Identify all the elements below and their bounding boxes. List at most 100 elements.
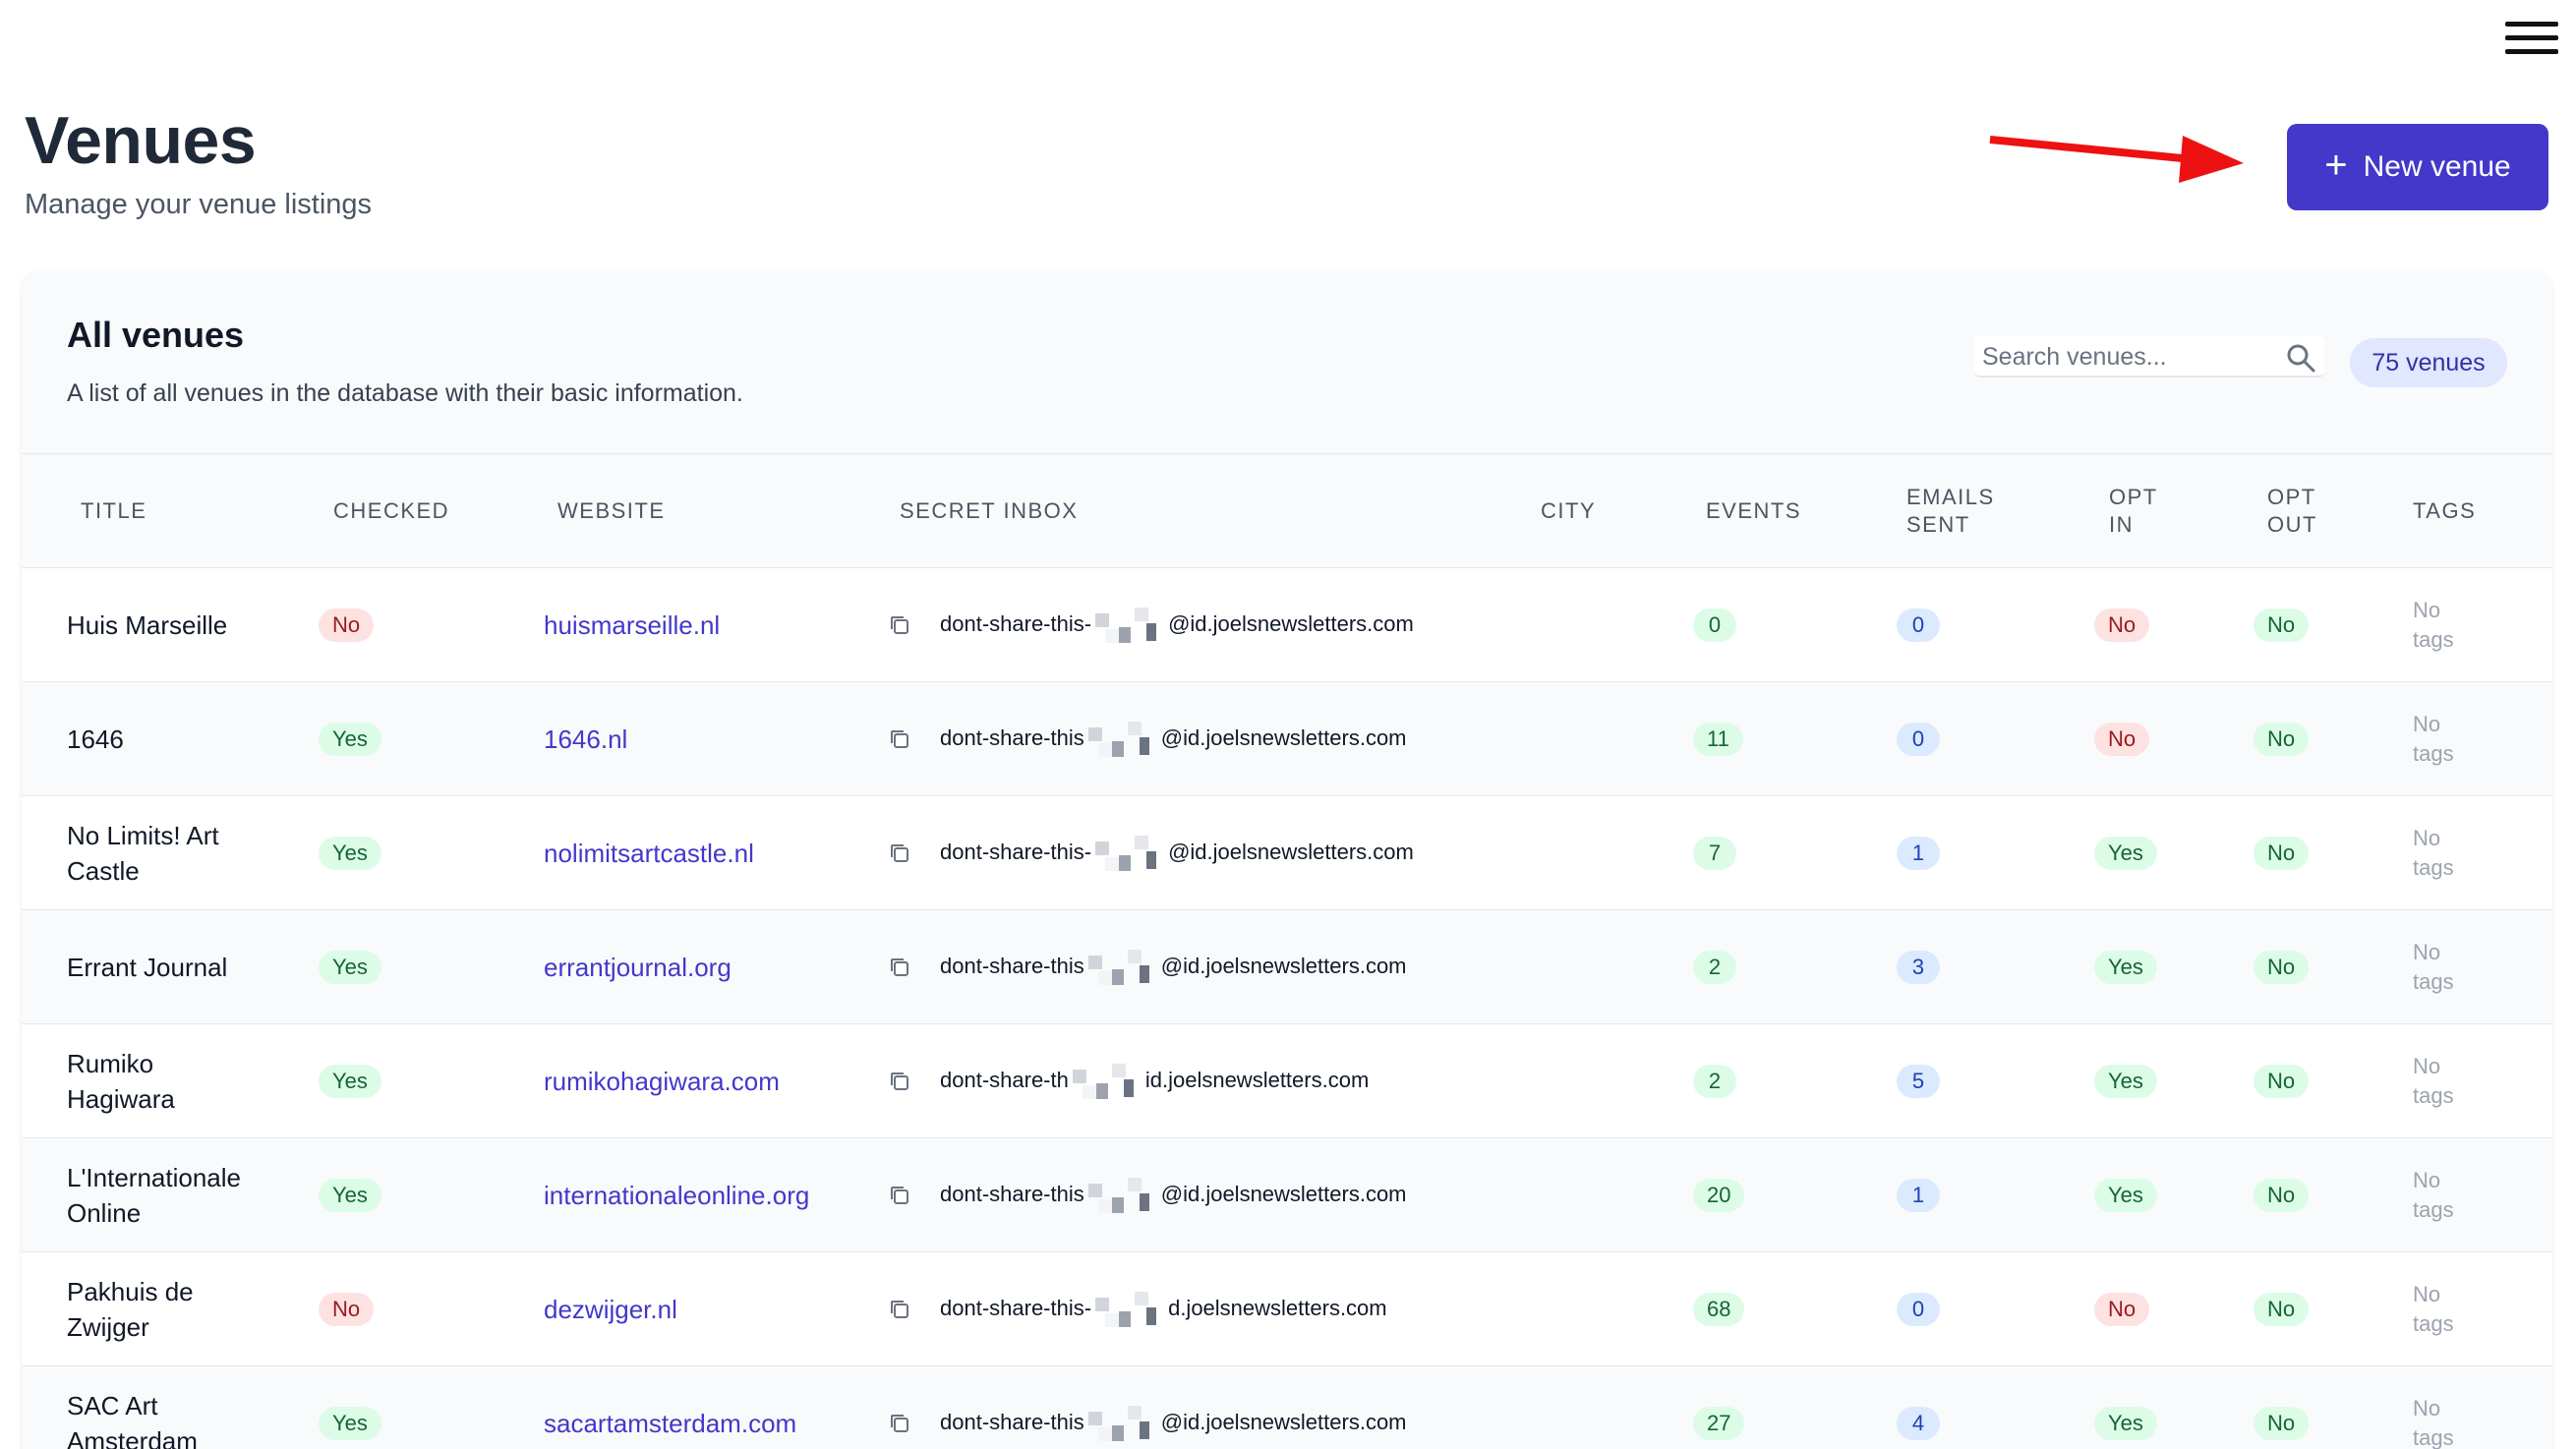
card-description: A list of all venues in the database wit… — [67, 379, 743, 407]
opt-out-cell: No — [2254, 796, 2310, 910]
events-cell: 2 — [1693, 910, 1736, 1024]
table-row[interactable]: Rumiko Hagiwara Yes rumikohagiwara.com dont-… — [22, 1024, 2552, 1138]
emails-sent-cell: 0 — [1897, 682, 1940, 796]
checked-badge: Yes — [319, 1407, 381, 1440]
website-link[interactable]: dezwijger.nl — [544, 1295, 677, 1325]
copy-icon[interactable] — [887, 955, 912, 980]
venue-title: 1646 — [67, 682, 283, 796]
website-cell: rumikohagiwara.com — [544, 1024, 780, 1138]
venues-card: All venues A list of all venues in the d… — [22, 271, 2552, 1449]
tags-cell: No tags — [2413, 910, 2454, 1024]
pixelated-redaction — [1082, 1404, 1163, 1443]
search-input[interactable] — [1982, 342, 2267, 372]
inbox-prefix: dont-share-th — [940, 1067, 1069, 1092]
tags-line1: No — [2413, 1396, 2441, 1420]
copy-icon[interactable] — [887, 840, 912, 866]
new-venue-label: New venue — [2363, 150, 2511, 183]
table-row[interactable]: 1646 Yes 1646.nl dont-share-this @id.joelsne… — [22, 682, 2552, 796]
col-secret-inbox[interactable]: SECRET INBOX — [900, 497, 1078, 525]
tags-line1: No — [2413, 598, 2441, 622]
website-link[interactable]: sacartamsterdam.com — [544, 1409, 796, 1439]
website-link[interactable]: errantjournal.org — [544, 953, 732, 983]
inbox-prefix: dont-share-this — [940, 1409, 1084, 1434]
venue-count-badge: 75 venues — [2350, 338, 2507, 387]
checked-cell: Yes — [319, 1138, 381, 1252]
pixelated-redaction — [1089, 834, 1171, 873]
tags-line2: tags — [2413, 1197, 2454, 1222]
website-cell: dezwijger.nl — [544, 1252, 677, 1366]
hamburger-menu-icon[interactable] — [2505, 18, 2562, 59]
col-opt-in[interactable]: OPT IN — [2109, 484, 2158, 539]
opt-in-cell: No — [2094, 1252, 2150, 1366]
table-row[interactable]: Pakhuis de Zwijger No dezwijger.nl dont-shar… — [22, 1252, 2552, 1366]
col-tags[interactable]: TAGS — [2413, 497, 2476, 525]
emails-sent-cell: 0 — [1897, 1252, 1940, 1366]
tags-cell: No tags — [2413, 568, 2454, 682]
opt-out-cell: No — [2254, 1024, 2310, 1138]
secret-inbox: dont-share-this @id.joelsnewsletters.com — [940, 1404, 1407, 1443]
website-cell: sacartamsterdam.com — [544, 1366, 796, 1449]
events-badge: 2 — [1693, 1065, 1736, 1098]
secret-inbox: dont-share-th id.joelsnewsletters.com — [940, 1062, 1369, 1101]
opt-out-cell: No — [2254, 682, 2310, 796]
inbox-prefix: dont-share-this — [940, 724, 1084, 750]
venue-title: No Limits! Art Castle — [67, 796, 283, 910]
inbox-suffix: @id.joelsnewsletters.com — [1160, 724, 1407, 750]
col-opt-in-line1: OPT — [2109, 485, 2158, 509]
col-city[interactable]: CITY — [1541, 497, 1596, 525]
checked-badge: No — [319, 1293, 375, 1326]
website-link[interactable]: internationaleonline.org — [544, 1181, 809, 1211]
website-cell: 1646.nl — [544, 682, 627, 796]
checked-badge: Yes — [319, 951, 381, 984]
website-link[interactable]: rumikohagiwara.com — [544, 1067, 780, 1097]
table-row[interactable]: Errant Journal Yes errantjournal.org dont-s… — [22, 910, 2552, 1024]
col-website[interactable]: WEBSITE — [557, 497, 666, 525]
venue-title-line2: Amsterdam — [67, 1426, 198, 1449]
inbox-suffix: @id.joelsnewsletters.com — [1160, 1181, 1407, 1206]
emails-sent-badge: 0 — [1897, 723, 1940, 756]
copy-icon[interactable] — [887, 1183, 912, 1208]
checked-badge: Yes — [319, 837, 381, 870]
table-row[interactable]: Huis Marseille No huismarseille.nl dont-sha… — [22, 568, 2552, 682]
tags-cell: No tags — [2413, 1024, 2454, 1138]
pixelated-redaction — [1066, 1062, 1147, 1101]
opt-out-cell: No — [2254, 1252, 2310, 1366]
copy-icon[interactable] — [887, 726, 912, 752]
website-link[interactable]: nolimitsartcastle.nl — [544, 839, 754, 869]
copy-icon[interactable] — [887, 1411, 912, 1436]
opt-in-badge: No — [2094, 1293, 2150, 1326]
checked-badge: No — [319, 609, 375, 642]
col-opt-out[interactable]: OPT OUT — [2267, 484, 2317, 539]
secret-inbox-cell: dont-share-th id.joelsnewsletters.com — [887, 1024, 1369, 1138]
secret-inbox-cell: dont-share-this-d.joelsnewsletters.com — [887, 1252, 1387, 1366]
table-row[interactable]: SAC Art Amsterdam Yes sacartamsterdam.com do… — [22, 1366, 2552, 1449]
emails-sent-badge: 1 — [1897, 1179, 1940, 1212]
copy-icon[interactable] — [887, 1297, 912, 1322]
events-badge: 27 — [1693, 1407, 1745, 1440]
website-cell: internationaleonline.org — [544, 1138, 809, 1252]
card-title: All venues — [67, 315, 245, 355]
checked-cell: Yes — [319, 1024, 381, 1138]
new-venue-button[interactable]: + New venue — [2287, 124, 2548, 210]
copy-icon[interactable] — [887, 612, 912, 638]
col-title[interactable]: TITLE — [81, 497, 146, 525]
col-events[interactable]: EVENTS — [1706, 497, 1801, 525]
copy-icon[interactable] — [887, 1069, 912, 1094]
checked-cell: Yes — [319, 910, 381, 1024]
search-icon[interactable] — [2285, 342, 2316, 374]
events-cell: 68 — [1693, 1252, 1745, 1366]
table-row[interactable]: L'Internationale Online Yes internationaleo… — [22, 1138, 2552, 1252]
tags-cell: No tags — [2413, 1252, 2454, 1366]
col-opt-in-line2: IN — [2109, 512, 2134, 537]
pixelated-redaction — [1089, 606, 1171, 645]
col-checked[interactable]: CHECKED — [333, 497, 449, 525]
card-header: All venues A list of all venues in the d… — [22, 271, 2552, 454]
table-row[interactable]: No Limits! Art Castle Yes nolimitsartcastle… — [22, 796, 2552, 910]
website-link[interactable]: 1646.nl — [544, 724, 627, 755]
website-link[interactable]: huismarseille.nl — [544, 610, 720, 641]
events-cell: 27 — [1693, 1366, 1745, 1449]
events-cell: 11 — [1693, 682, 1743, 796]
inbox-prefix: dont-share-this — [940, 1181, 1084, 1206]
website-cell: nolimitsartcastle.nl — [544, 796, 754, 910]
col-emails-sent[interactable]: EMAILS SENT — [1906, 484, 1995, 539]
